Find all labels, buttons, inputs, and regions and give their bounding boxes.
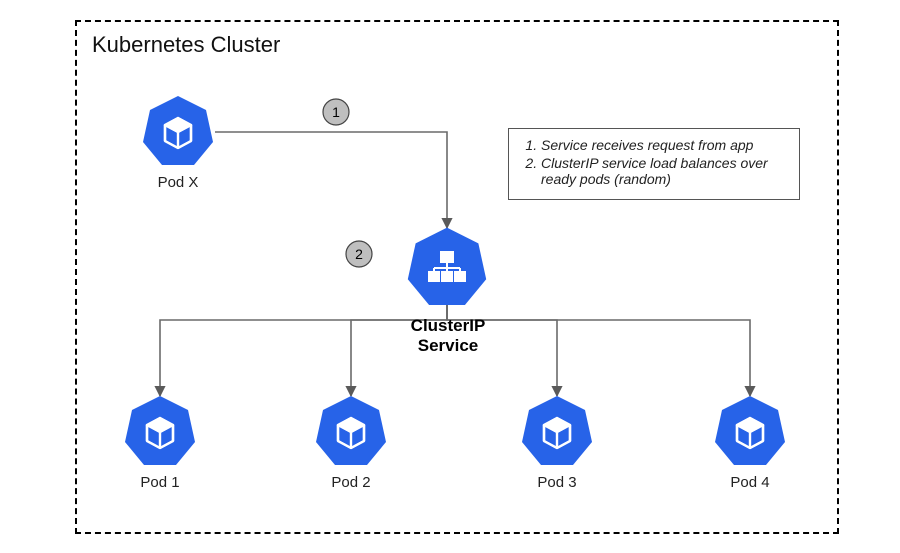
legend-item-2: ClusterIP service load balances over rea… [541, 155, 789, 187]
clusterip-service-icon [408, 228, 486, 305]
pod-3-label: Pod 3 [531, 474, 583, 491]
nodes-svg: 1 2 [0, 0, 900, 553]
pod-3-icon [522, 396, 592, 465]
pod-1-icon [125, 396, 195, 465]
svg-text:2: 2 [355, 246, 363, 262]
pod-4-icon [715, 396, 785, 465]
legend-item-1: Service receives request from app [541, 137, 789, 153]
legend-box: Service receives request from app Cluste… [508, 128, 800, 200]
diagram-canvas: Kubernetes Cluster [0, 0, 900, 553]
step-1-badge: 1 [323, 99, 349, 125]
pod-2-label: Pod 2 [325, 474, 377, 491]
svg-text:1: 1 [332, 104, 340, 120]
pod-x-icon [143, 96, 213, 165]
pod-x-label: Pod X [150, 174, 206, 191]
clusterip-service-label: ClusterIP Service [402, 316, 494, 355]
step-2-badge: 2 [346, 241, 372, 267]
pod-1-label: Pod 1 [134, 474, 186, 491]
pod-2-icon [316, 396, 386, 465]
pod-4-label: Pod 4 [724, 474, 776, 491]
